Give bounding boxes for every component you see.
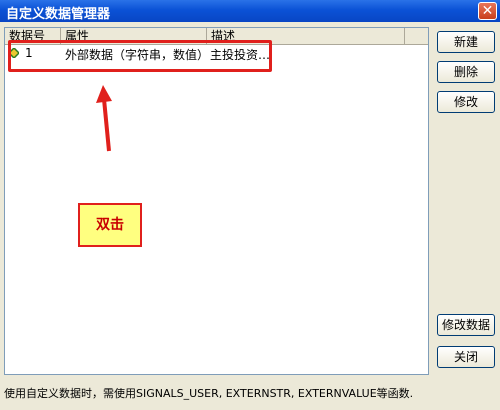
delete-button[interactable]: 删除 <box>437 61 495 83</box>
data-list[interactable]: 数据号 属性 描述 1 外部数据（字符串，数值） 主投投资… <box>4 27 429 375</box>
status-text: 使用自定义数据时，需使用SIGNALS_USER, EXTERNSTR, EXT… <box>4 387 414 400</box>
close-window-button[interactable]: ✕ <box>478 2 497 20</box>
window-title: 自定义数据管理器 <box>6 7 111 22</box>
highlight-box <box>8 40 272 72</box>
modify-data-button[interactable]: 修改数据 <box>437 314 495 336</box>
pointer-arrow <box>96 85 112 152</box>
double-click-callout: 双击 <box>78 203 142 247</box>
modify-button[interactable]: 修改 <box>437 91 495 113</box>
close-button[interactable]: 关闭 <box>437 346 495 368</box>
new-button[interactable]: 新建 <box>437 31 495 53</box>
title-bar: 自定义数据管理器 ✕ <box>0 0 500 22</box>
